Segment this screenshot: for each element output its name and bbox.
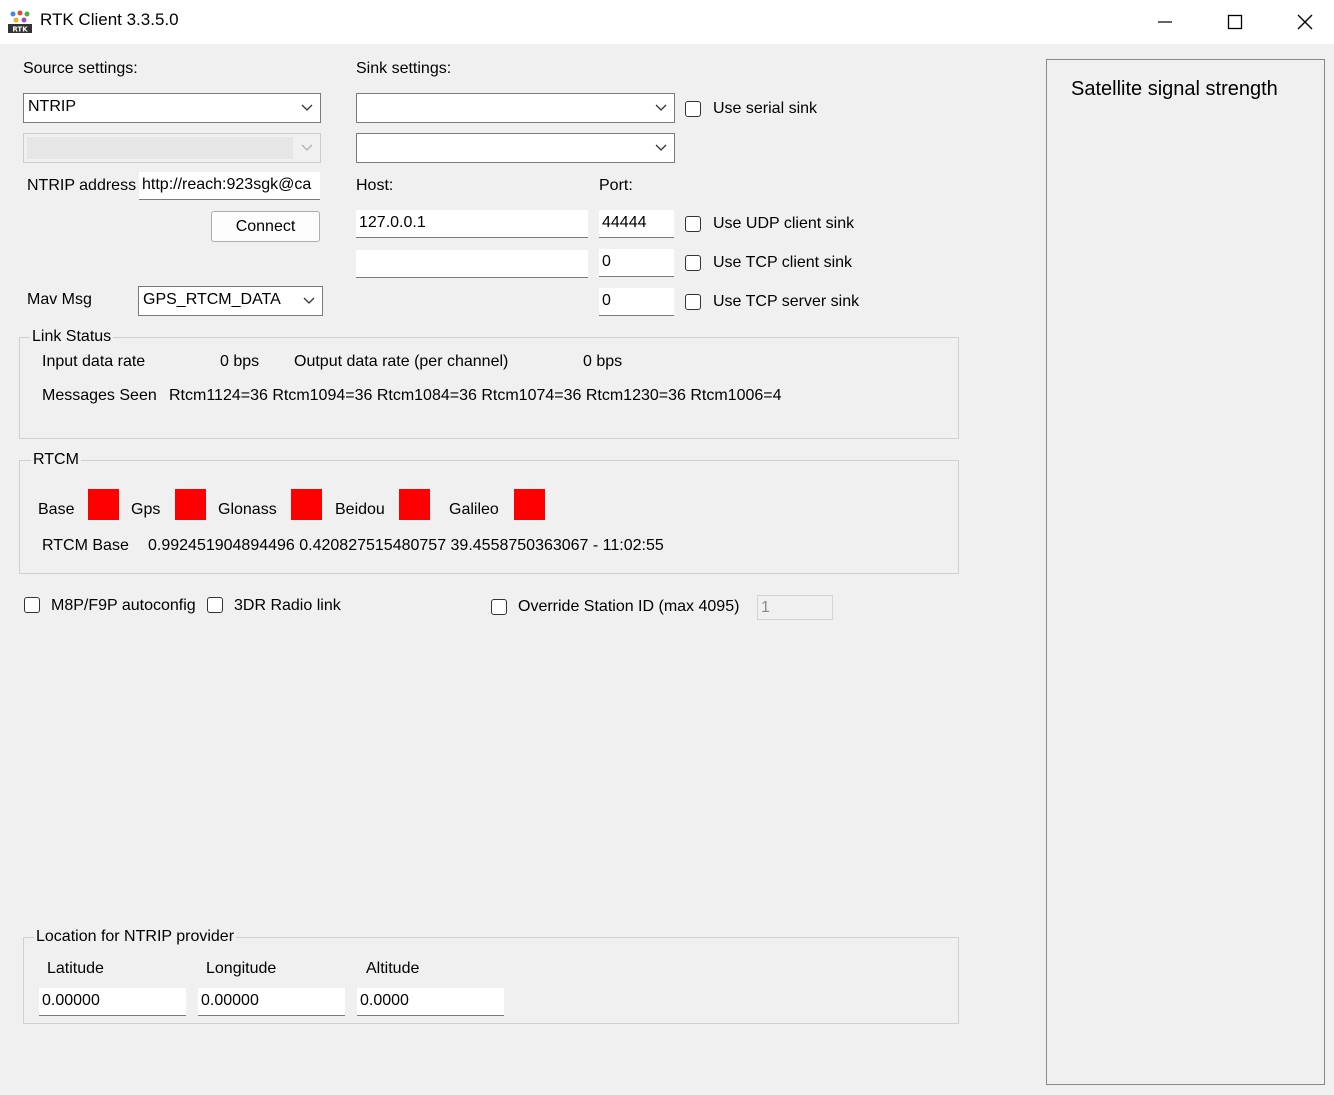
- tcp-client-port-value: 0: [602, 253, 611, 270]
- chevron-down-icon: [655, 104, 667, 111]
- udp-host-input[interactable]: 127.0.0.1: [356, 210, 588, 238]
- satellite-signal-title: Satellite signal strength: [1071, 78, 1278, 100]
- output-data-rate-value: 0 bps: [583, 353, 623, 370]
- use-serial-sink-label: Use serial sink: [713, 100, 818, 117]
- close-button[interactable]: [1270, 0, 1334, 44]
- tcp-client-port-input[interactable]: 0: [599, 249, 674, 277]
- link-status-title: Link Status: [30, 328, 114, 346]
- window-title: RTK Client 3.3.5.0: [40, 10, 179, 29]
- messages-seen-value: Rtcm1124=36 Rtcm1094=36 Rtcm1084=36 Rtcm…: [169, 387, 782, 404]
- maximize-button[interactable]: [1200, 0, 1270, 44]
- base-status-indicator: [88, 489, 119, 520]
- longitude-label: Longitude: [206, 960, 277, 977]
- gps-status-indicator: [175, 489, 206, 520]
- input-data-rate-label: Input data rate: [42, 353, 146, 370]
- satellite-signal-panel: Satellite signal strength: [1046, 59, 1325, 1085]
- rtcm-base-label: RTCM Base: [42, 537, 129, 554]
- chevron-down-icon: [655, 144, 667, 151]
- gps-label: Gps: [131, 501, 161, 518]
- tcp-server-port-value: 0: [602, 292, 611, 309]
- title-bar: RTK RTK Client 3.3.5.0: [0, 0, 1334, 44]
- use-tcp-client-sink-checkbox[interactable]: [685, 255, 701, 271]
- station-id-input[interactable]: 1: [757, 595, 833, 620]
- autoconfig-label: M8P/F9P autoconfig: [51, 597, 196, 614]
- sink-baud-select[interactable]: [356, 133, 675, 163]
- ntrip-address-input[interactable]: http://reach:923sgk@ca: [139, 172, 320, 200]
- source-settings-label: Source settings:: [23, 60, 138, 77]
- use-serial-sink-checkbox[interactable]: [685, 101, 701, 117]
- app-icon: RTK: [8, 10, 32, 34]
- source-type-value: NTRIP: [28, 98, 76, 115]
- maximize-icon: [1227, 14, 1243, 30]
- minimize-button[interactable]: [1130, 0, 1200, 44]
- latitude-input[interactable]: 0.00000: [39, 988, 186, 1016]
- tcp-host-input[interactable]: [356, 250, 588, 278]
- beidou-label: Beidou: [335, 501, 385, 518]
- sink-serial-port-select[interactable]: [356, 93, 675, 123]
- udp-port-value: 44444: [602, 214, 647, 231]
- location-title: Location for NTRIP provider: [34, 928, 237, 946]
- rtcm-base-value: 0.992451904894496 0.420827515480757 39.4…: [148, 537, 664, 554]
- sink-settings-label: Sink settings:: [356, 60, 452, 77]
- beidou-status-indicator: [399, 489, 430, 520]
- use-tcp-server-sink-checkbox[interactable]: [685, 294, 701, 310]
- glonass-label: Glonass: [218, 501, 277, 518]
- connect-button[interactable]: Connect: [211, 211, 320, 242]
- override-station-id-checkbox[interactable]: [491, 599, 507, 615]
- input-data-rate-value: 0 bps: [220, 353, 260, 370]
- close-icon: [1297, 14, 1313, 30]
- galileo-status-indicator: [514, 489, 545, 520]
- longitude-value: 0.00000: [201, 992, 259, 1009]
- autoconfig-checkbox[interactable]: [24, 597, 40, 613]
- tcp-server-port-input[interactable]: 0: [599, 288, 674, 316]
- longitude-input[interactable]: 0.00000: [198, 988, 345, 1016]
- rtcm-title: RTCM: [31, 451, 81, 469]
- messages-seen-label: Messages Seen: [42, 387, 157, 404]
- altitude-label: Altitude: [366, 960, 420, 977]
- altitude-input[interactable]: 0.0000: [357, 988, 504, 1016]
- chevron-down-icon: [301, 144, 313, 151]
- latitude-label: Latitude: [47, 960, 104, 977]
- override-station-id-label: Override Station ID (max 4095): [518, 598, 740, 615]
- output-data-rate-label: Output data rate (per channel): [294, 353, 509, 370]
- station-id-value: 1: [761, 599, 770, 616]
- udp-port-input[interactable]: 44444: [599, 210, 674, 238]
- minimize-icon: [1158, 21, 1172, 23]
- base-label: Base: [38, 501, 75, 518]
- udp-host-value: 127.0.0.1: [359, 214, 426, 231]
- galileo-label: Galileo: [449, 501, 499, 518]
- use-tcp-client-sink-label: Use TCP client sink: [713, 254, 853, 271]
- use-udp-client-sink-label: Use UDP client sink: [713, 215, 855, 232]
- chevron-down-icon: [303, 297, 315, 304]
- svg-text:RTK: RTK: [12, 26, 28, 34]
- host-label: Host:: [356, 177, 394, 194]
- ntrip-address-value: http://reach:923sgk@ca: [142, 176, 312, 193]
- mav-msg-select[interactable]: GPS_RTCM_DATA: [138, 286, 323, 316]
- source-port-disabled-fill: [27, 137, 293, 159]
- radio-link-label: 3DR Radio link: [234, 597, 341, 614]
- port-label: Port:: [599, 177, 633, 194]
- altitude-value: 0.0000: [360, 992, 409, 1009]
- chevron-down-icon: [301, 104, 313, 111]
- mav-msg-label: Mav Msg: [27, 291, 92, 308]
- mav-msg-value: GPS_RTCM_DATA: [143, 291, 281, 308]
- latitude-value: 0.00000: [42, 992, 100, 1009]
- source-type-select[interactable]: NTRIP: [23, 93, 321, 123]
- use-udp-client-sink-checkbox[interactable]: [685, 216, 701, 232]
- radio-link-checkbox[interactable]: [207, 597, 223, 613]
- use-tcp-server-sink-label: Use TCP server sink: [713, 293, 860, 310]
- ntrip-address-label: NTRIP address: [27, 177, 137, 194]
- glonass-status-indicator: [291, 489, 322, 520]
- source-port-select[interactable]: [23, 133, 321, 163]
